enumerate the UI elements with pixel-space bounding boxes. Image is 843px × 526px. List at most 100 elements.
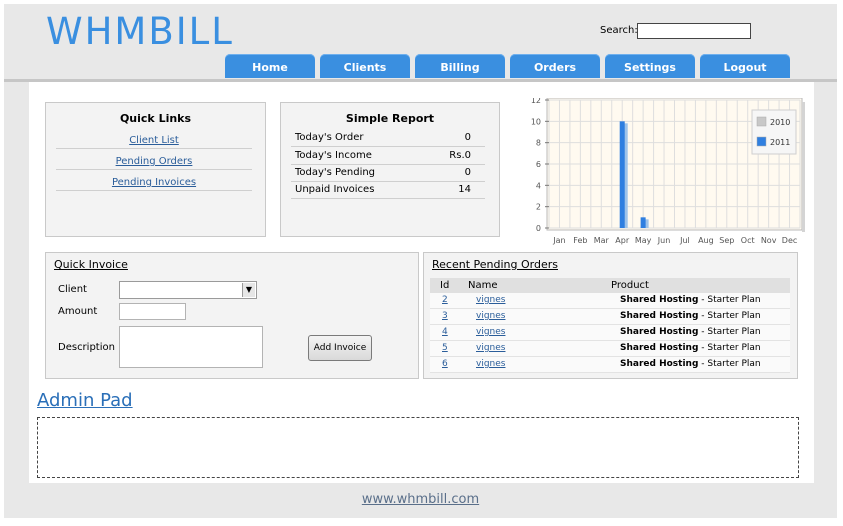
chart-y-tick-label: 8 bbox=[536, 139, 541, 148]
report-value: 0 bbox=[464, 132, 471, 143]
table-row: 2 vignes Shared Hosting - Starter Plan bbox=[430, 293, 790, 309]
quick-links-title: Quick Links bbox=[119, 112, 192, 125]
quick-link-item: Pending Invoices bbox=[56, 170, 252, 191]
table-row: 4 vignes Shared Hosting - Starter Plan bbox=[430, 325, 790, 341]
quick-link-item: Pending Orders bbox=[56, 149, 252, 170]
column-name: Name bbox=[468, 280, 498, 291]
order-name-link[interactable]: vignes bbox=[476, 341, 505, 356]
chart-x-tick-label: May bbox=[635, 236, 652, 245]
quick-invoice-panel: Quick Invoice Client ▼ Amount Descriptio… bbox=[45, 252, 419, 379]
product-name: Shared Hosting bbox=[620, 359, 699, 369]
chart-legend-swatch bbox=[756, 136, 767, 147]
chart-x-tick-label: Nov bbox=[761, 236, 777, 245]
order-product: Shared Hosting - Starter Plan bbox=[620, 325, 761, 340]
page-frame: WHMBILL Search: Home Clients Billing Ord… bbox=[4, 4, 837, 518]
report-row: Today's Income Rs.0 bbox=[291, 148, 485, 165]
product-plan: - Starter Plan bbox=[698, 359, 761, 369]
report-value: 0 bbox=[464, 167, 471, 178]
quick-invoice-title: Quick Invoice bbox=[54, 258, 128, 271]
report-label: Today's Pending bbox=[295, 167, 376, 178]
chart-x-tick-label: Jul bbox=[679, 236, 690, 245]
chart-y-tick-label: 2 bbox=[536, 203, 541, 212]
order-id-link[interactable]: 5 bbox=[442, 341, 448, 356]
main-content: Quick Links Client List Pending Orders P… bbox=[29, 82, 814, 483]
quick-link-item: Client List bbox=[56, 128, 252, 149]
product-plan: - Starter Plan bbox=[698, 311, 761, 321]
tab-logout[interactable]: Logout bbox=[700, 54, 790, 78]
order-id-link[interactable]: 3 bbox=[442, 309, 448, 324]
chart-x-tick-label: Jun bbox=[657, 236, 671, 245]
tab-clients[interactable]: Clients bbox=[320, 54, 410, 78]
chart-bar bbox=[619, 121, 625, 228]
column-product: Product bbox=[611, 280, 649, 291]
chart-legend bbox=[751, 109, 797, 155]
table-row: 6 vignes Shared Hosting - Starter Plan bbox=[430, 357, 790, 373]
report-row: Today's Order 0 bbox=[291, 130, 485, 147]
product-name: Shared Hosting bbox=[620, 295, 699, 305]
description-label: Description bbox=[58, 342, 115, 353]
product-name: Shared Hosting bbox=[620, 327, 699, 337]
search-label: Search: bbox=[600, 25, 638, 36]
chart-x-tick-label: Jan bbox=[552, 236, 565, 245]
chart-legend-label: 2010 bbox=[770, 118, 790, 127]
chart-x-tick-label: Sep bbox=[719, 236, 734, 245]
order-id-link[interactable]: 6 bbox=[442, 357, 448, 372]
pending-invoices-link[interactable]: Pending Invoices bbox=[112, 177, 196, 188]
pending-orders-link[interactable]: Pending Orders bbox=[116, 156, 193, 167]
amount-input[interactable] bbox=[119, 303, 186, 320]
simple-report-panel: Simple Report Today's Order 0 Today's In… bbox=[280, 102, 500, 237]
chart-bar bbox=[640, 217, 646, 228]
tab-settings[interactable]: Settings bbox=[605, 54, 695, 78]
logo[interactable]: WHMBILL bbox=[46, 10, 234, 53]
quick-links-panel: Quick Links Client List Pending Orders P… bbox=[45, 102, 266, 237]
chart-legend-label: 2011 bbox=[770, 138, 790, 147]
client-select[interactable]: ▼ bbox=[119, 281, 257, 299]
admin-pad-textarea[interactable] bbox=[37, 417, 799, 478]
orders-table-header: Id Name Product bbox=[430, 278, 790, 293]
tab-home[interactable]: Home bbox=[225, 54, 315, 78]
order-name-link[interactable]: vignes bbox=[476, 325, 505, 340]
order-name-link[interactable]: vignes bbox=[476, 357, 505, 372]
client-list-link[interactable]: Client List bbox=[129, 135, 179, 146]
chart-y-tick-label: 6 bbox=[536, 160, 541, 169]
search-input[interactable] bbox=[637, 23, 751, 39]
product-name: Shared Hosting bbox=[620, 343, 699, 353]
order-id-link[interactable]: 4 bbox=[442, 325, 448, 340]
tab-billing[interactable]: Billing bbox=[415, 54, 505, 78]
report-label: Unpaid Invoices bbox=[295, 184, 375, 195]
orders-chart: 0 2 4 6 8 10 12 Jan Feb Mar Apr May Jun Jul Aug Sep Oct N… bbox=[531, 98, 805, 245]
order-name-link[interactable]: vignes bbox=[476, 293, 505, 308]
order-id-link[interactable]: 2 bbox=[442, 293, 448, 308]
chart-shadow bbox=[802, 102, 805, 232]
recent-orders-title: Recent Pending Orders bbox=[432, 258, 558, 271]
chart-y-tick-label: 0 bbox=[536, 224, 541, 233]
add-invoice-button[interactable]: Add Invoice bbox=[308, 335, 372, 361]
order-product: Shared Hosting - Starter Plan bbox=[620, 309, 761, 324]
report-label: Today's Order bbox=[295, 132, 364, 143]
chart-x-tick-label: Feb bbox=[573, 236, 587, 245]
chart-y-tick-label: 4 bbox=[536, 181, 541, 190]
description-textarea[interactable] bbox=[119, 326, 263, 368]
table-row: 5 vignes Shared Hosting - Starter Plan bbox=[430, 341, 790, 357]
footer: www.whmbill.com bbox=[4, 492, 837, 507]
product-plan: - Starter Plan bbox=[698, 343, 761, 353]
chart-legend-swatch bbox=[756, 116, 767, 127]
order-name-link[interactable]: vignes bbox=[476, 309, 505, 324]
report-row: Today's Pending 0 bbox=[291, 165, 485, 182]
chart-y-tick-label: 10 bbox=[531, 117, 541, 126]
chart-x-tick-label: Dec bbox=[782, 236, 797, 245]
product-name: Shared Hosting bbox=[620, 311, 699, 321]
chevron-down-icon[interactable]: ▼ bbox=[242, 283, 255, 297]
product-plan: - Starter Plan bbox=[698, 295, 761, 305]
product-plan: - Starter Plan bbox=[698, 327, 761, 337]
chart-x-tick-label: Apr bbox=[615, 236, 630, 245]
footer-link[interactable]: www.whmbill.com bbox=[362, 492, 479, 507]
column-id: Id bbox=[440, 280, 450, 291]
table-row: 3 vignes Shared Hosting - Starter Plan bbox=[430, 309, 790, 325]
tab-orders[interactable]: Orders bbox=[510, 54, 600, 78]
client-label: Client bbox=[58, 284, 87, 295]
admin-pad-title[interactable]: Admin Pad bbox=[37, 390, 133, 411]
header: WHMBILL Search: Home Clients Billing Ord… bbox=[4, 4, 837, 82]
report-value: 14 bbox=[458, 184, 471, 195]
chart-x-tick-label: Mar bbox=[594, 236, 610, 245]
